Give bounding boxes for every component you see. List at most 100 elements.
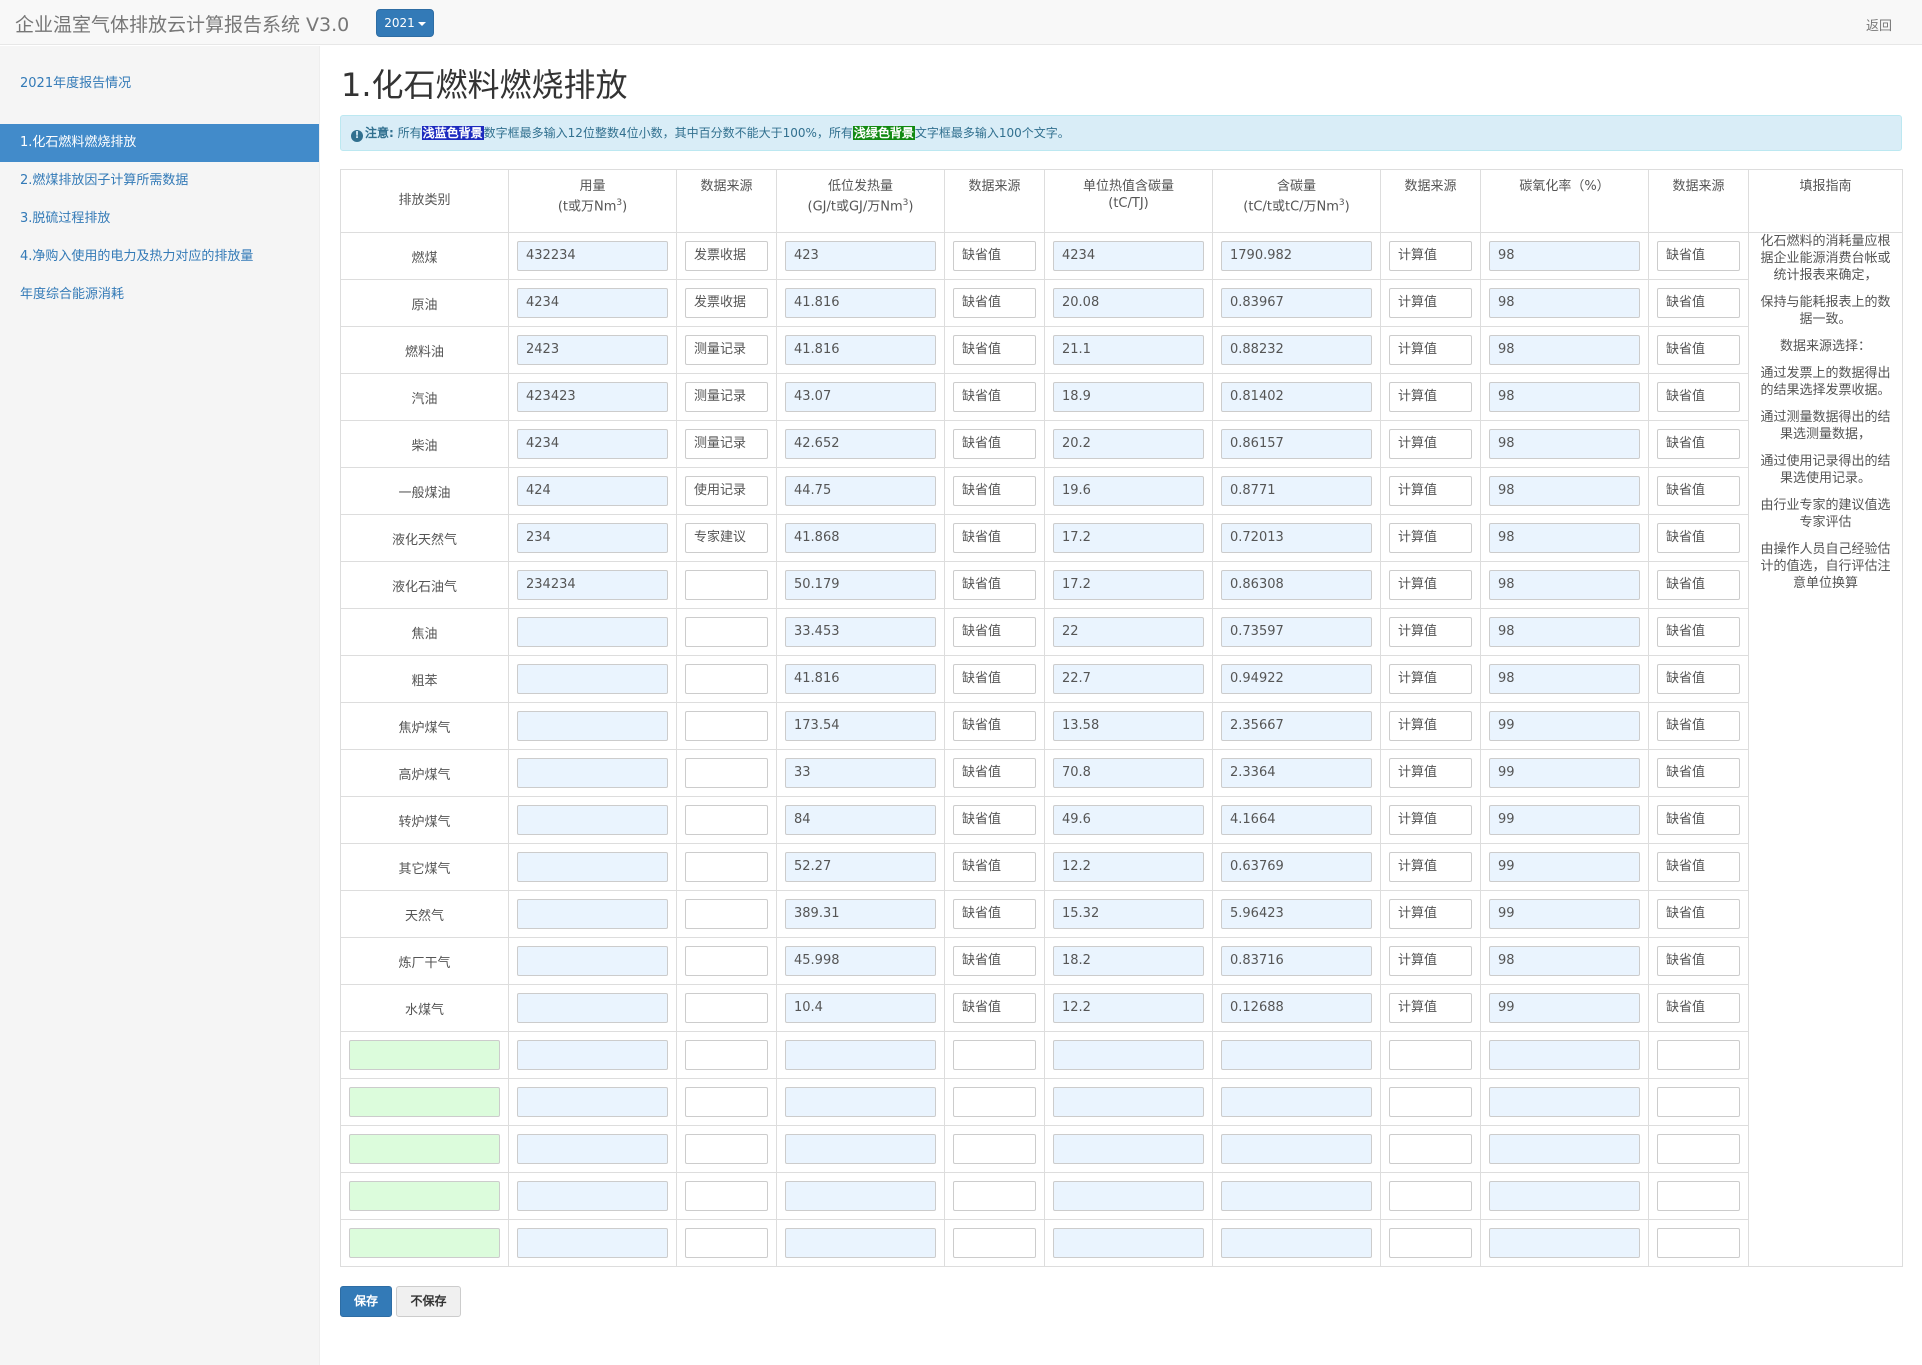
ncv-input[interactable]: 84 [785, 805, 936, 835]
ncv-source-input[interactable]: 缺省值 [953, 899, 1036, 929]
carbon-content-input[interactable]: 0.63769 [1221, 852, 1372, 882]
usage-source-input[interactable]: 使用记录 [685, 476, 768, 506]
oxidation-input[interactable]: 98 [1489, 476, 1640, 506]
custom-category-input[interactable] [349, 1228, 500, 1258]
carbon-content-input[interactable]: 1790.982 [1221, 241, 1372, 271]
carbon-content-input[interactable]: 4.1664 [1221, 805, 1372, 835]
carbon-per-heat-input[interactable]: 17.2 [1053, 570, 1204, 600]
oxidation-source-input[interactable]: 缺省值 [1657, 288, 1740, 318]
usage-input[interactable] [517, 758, 668, 788]
carbon-content-input[interactable]: 0.88232 [1221, 335, 1372, 365]
carbon-content-input[interactable]: 0.73597 [1221, 617, 1372, 647]
sidebar-item-fossil-fuel[interactable]: 1.化石燃料燃烧排放 [0, 124, 319, 162]
oxidation-source-input[interactable] [1657, 1087, 1740, 1117]
oxidation-source-input[interactable] [1657, 1181, 1740, 1211]
sidebar-item-energy-consumption[interactable]: 年度综合能源消耗 [0, 276, 319, 314]
ncv-source-input[interactable]: 缺省值 [953, 476, 1036, 506]
usage-input[interactable] [517, 1181, 668, 1211]
ncv-source-input[interactable]: 缺省值 [953, 852, 1036, 882]
carbon-content-source-input[interactable]: 计算值 [1389, 946, 1472, 976]
carbon-content-input[interactable]: 2.35667 [1221, 711, 1372, 741]
oxidation-source-input[interactable] [1657, 1040, 1740, 1070]
usage-input[interactable]: 2423 [517, 335, 668, 365]
oxidation-source-input[interactable]: 缺省值 [1657, 476, 1740, 506]
carbon-per-heat-input[interactable]: 70.8 [1053, 758, 1204, 788]
oxidation-source-input[interactable]: 缺省值 [1657, 523, 1740, 553]
oxidation-source-input[interactable]: 缺省值 [1657, 758, 1740, 788]
usage-input[interactable]: 424 [517, 476, 668, 506]
nosave-button[interactable]: 不保存 [396, 1286, 461, 1317]
ncv-input[interactable]: 41.868 [785, 523, 936, 553]
oxidation-input[interactable]: 99 [1489, 993, 1640, 1023]
carbon-per-heat-input[interactable]: 13.58 [1053, 711, 1204, 741]
save-button[interactable]: 保存 [340, 1286, 392, 1317]
carbon-per-heat-input[interactable]: 18.2 [1053, 946, 1204, 976]
ncv-source-input[interactable]: 缺省值 [953, 946, 1036, 976]
usage-source-input[interactable] [685, 664, 768, 694]
carbon-content-source-input[interactable]: 计算值 [1389, 805, 1472, 835]
usage-source-input[interactable]: 测量记录 [685, 335, 768, 365]
carbon-per-heat-input[interactable] [1053, 1040, 1204, 1070]
carbon-content-source-input[interactable] [1389, 1134, 1472, 1164]
ncv-source-input[interactable]: 缺省值 [953, 758, 1036, 788]
usage-input[interactable] [517, 617, 668, 647]
carbon-content-input[interactable]: 0.8771 [1221, 476, 1372, 506]
usage-input[interactable]: 234234 [517, 570, 668, 600]
ncv-source-input[interactable] [953, 1134, 1036, 1164]
carbon-content-input[interactable]: 0.86157 [1221, 429, 1372, 459]
carbon-per-heat-input[interactable]: 12.2 [1053, 993, 1204, 1023]
oxidation-source-input[interactable]: 缺省值 [1657, 570, 1740, 600]
carbon-per-heat-input[interactable] [1053, 1228, 1204, 1258]
usage-source-input[interactable] [685, 570, 768, 600]
oxidation-source-input[interactable]: 缺省值 [1657, 241, 1740, 271]
carbon-per-heat-input[interactable]: 15.32 [1053, 899, 1204, 929]
usage-input[interactable] [517, 1228, 668, 1258]
carbon-per-heat-input[interactable]: 20.2 [1053, 429, 1204, 459]
ncv-source-input[interactable] [953, 1228, 1036, 1258]
carbon-content-input[interactable]: 0.83716 [1221, 946, 1372, 976]
ncv-input[interactable] [785, 1040, 936, 1070]
ncv-input[interactable]: 173.54 [785, 711, 936, 741]
usage-input[interactable] [517, 852, 668, 882]
carbon-content-input[interactable] [1221, 1087, 1372, 1117]
oxidation-input[interactable]: 98 [1489, 382, 1640, 412]
carbon-content-input[interactable] [1221, 1134, 1372, 1164]
oxidation-input[interactable]: 99 [1489, 805, 1640, 835]
carbon-content-input[interactable]: 0.81402 [1221, 382, 1372, 412]
ncv-source-input[interactable] [953, 1040, 1036, 1070]
oxidation-input[interactable]: 98 [1489, 429, 1640, 459]
usage-input[interactable]: 234 [517, 523, 668, 553]
usage-source-input[interactable]: 测量记录 [685, 429, 768, 459]
usage-source-input[interactable] [685, 1087, 768, 1117]
carbon-content-input[interactable]: 0.94922 [1221, 664, 1372, 694]
oxidation-source-input[interactable] [1657, 1134, 1740, 1164]
carbon-per-heat-input[interactable] [1053, 1134, 1204, 1164]
sidebar-item-report-status[interactable]: 2021年度报告情况 [0, 65, 319, 103]
ncv-source-input[interactable]: 缺省值 [953, 288, 1036, 318]
oxidation-input[interactable]: 98 [1489, 946, 1640, 976]
ncv-input[interactable] [785, 1228, 936, 1258]
carbon-content-source-input[interactable]: 计算值 [1389, 288, 1472, 318]
ncv-source-input[interactable] [953, 1087, 1036, 1117]
carbon-content-source-input[interactable]: 计算值 [1389, 711, 1472, 741]
ncv-input[interactable] [785, 1087, 936, 1117]
oxidation-input[interactable]: 99 [1489, 852, 1640, 882]
oxidation-input[interactable]: 98 [1489, 335, 1640, 365]
ncv-input[interactable]: 389.31 [785, 899, 936, 929]
oxidation-input[interactable] [1489, 1181, 1640, 1211]
usage-input[interactable]: 4234 [517, 429, 668, 459]
usage-source-input[interactable]: 发票收据 [685, 288, 768, 318]
usage-source-input[interactable] [685, 946, 768, 976]
oxidation-source-input[interactable] [1657, 1228, 1740, 1258]
ncv-source-input[interactable]: 缺省值 [953, 241, 1036, 271]
usage-input[interactable] [517, 1040, 668, 1070]
ncv-input[interactable] [785, 1181, 936, 1211]
usage-source-input[interactable] [685, 1134, 768, 1164]
oxidation-source-input[interactable]: 缺省值 [1657, 711, 1740, 741]
carbon-per-heat-input[interactable]: 21.1 [1053, 335, 1204, 365]
usage-source-input[interactable] [685, 993, 768, 1023]
ncv-source-input[interactable]: 缺省值 [953, 664, 1036, 694]
usage-source-input[interactable] [685, 899, 768, 929]
sidebar-item-desulfurization[interactable]: 3.脱硫过程排放 [0, 200, 319, 238]
carbon-content-source-input[interactable]: 计算值 [1389, 617, 1472, 647]
